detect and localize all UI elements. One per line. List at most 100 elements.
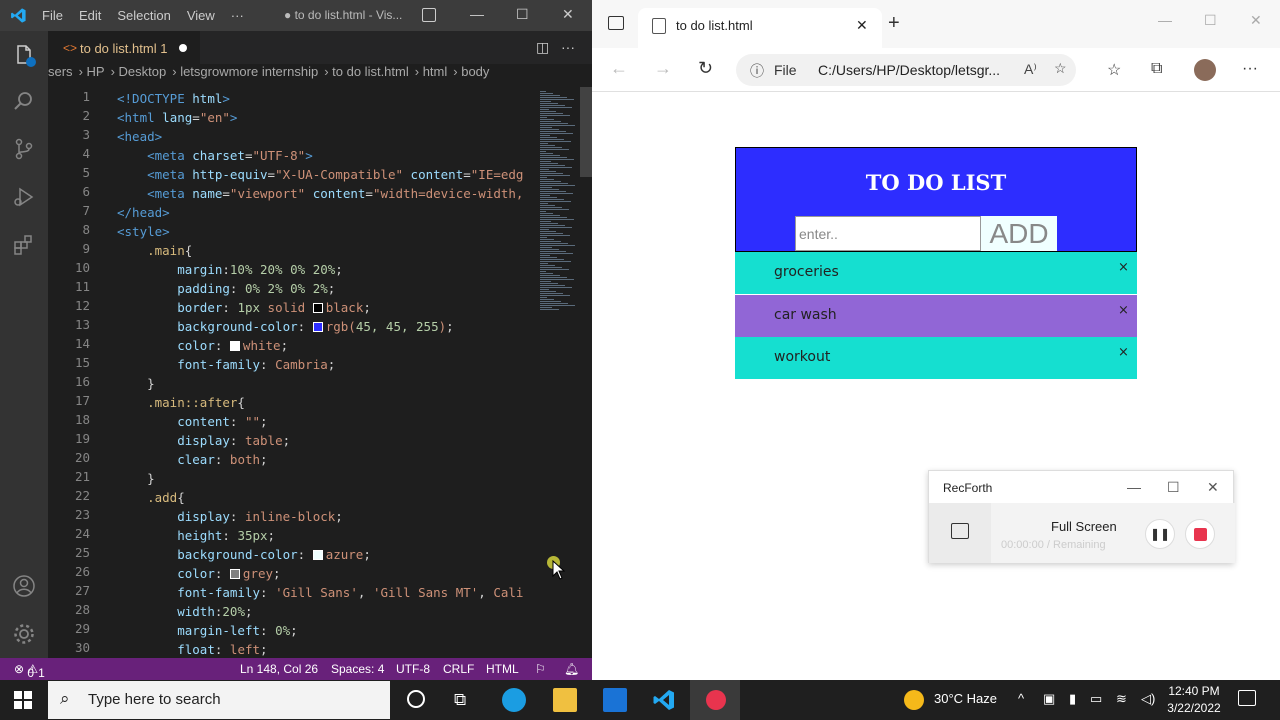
- line-ending[interactable]: CRLF: [443, 662, 474, 676]
- split-editor-icon[interactable]: ◫: [536, 39, 549, 56]
- list-item[interactable]: workout ×: [735, 337, 1137, 379]
- read-aloud-icon[interactable]: A⁾: [1024, 61, 1037, 78]
- tab-to-do-list[interactable]: <> to do list.html 1: [48, 31, 200, 64]
- minimap-line: [540, 137, 557, 138]
- more-actions-icon[interactable]: ···: [561, 39, 575, 55]
- extensions-icon[interactable]: [12, 233, 36, 257]
- indentation[interactable]: Spaces: 4: [331, 662, 384, 676]
- settings-gear-icon[interactable]: [12, 622, 36, 646]
- rec-minimize-icon[interactable]: —: [1127, 479, 1141, 495]
- record-mode-icon[interactable]: [951, 523, 969, 539]
- editor-scrollbar[interactable]: [580, 87, 592, 658]
- crumb-html[interactable]: html: [423, 64, 448, 79]
- close-icon[interactable]: ✕: [562, 6, 574, 23]
- account-icon[interactable]: [12, 574, 36, 598]
- forward-icon[interactable]: →: [654, 58, 672, 79]
- tab-close-icon[interactable]: ✕: [856, 17, 868, 34]
- browser-close-icon[interactable]: ✕: [1250, 12, 1262, 29]
- tab-problem-count: 1: [160, 41, 168, 56]
- recforth-taskbar-button[interactable]: [690, 680, 740, 720]
- taskbar-search[interactable]: ⌕ Type here to search: [48, 681, 390, 719]
- new-tab-icon[interactable]: +: [888, 12, 900, 35]
- list-item[interactable]: groceries ×: [735, 252, 1137, 294]
- menu-file[interactable]: File: [42, 8, 63, 23]
- minimap-line: [540, 183, 568, 184]
- menu-more[interactable]: ···: [231, 8, 244, 23]
- profile-avatar[interactable]: [1194, 59, 1216, 81]
- tray-mic-icon[interactable]: ▮: [1069, 691, 1076, 707]
- back-icon[interactable]: ←: [610, 58, 628, 79]
- list-item[interactable]: car wash ×: [735, 295, 1137, 337]
- notification-center-icon[interactable]: [1238, 690, 1256, 706]
- source-control-icon[interactable]: [12, 137, 36, 161]
- crumb-file[interactable]: to do list.html: [332, 64, 409, 79]
- favorites-icon[interactable]: ☆: [1107, 60, 1121, 80]
- add-favorite-icon[interactable]: ☆: [1054, 60, 1067, 77]
- minimap-line: [540, 291, 556, 292]
- file-explorer-icon[interactable]: [553, 688, 577, 712]
- stop-button[interactable]: [1185, 519, 1215, 549]
- pause-button[interactable]: ❚❚: [1145, 519, 1175, 549]
- browser-window: to do list.html ✕ + — ☐ ✕ ← → ↻ ⓘ File C…: [592, 0, 1280, 680]
- maximize-icon[interactable]: ☐: [516, 6, 529, 23]
- menu-selection[interactable]: Selection: [117, 8, 170, 23]
- code-text[interactable]: <!DOCTYPE html> <html lang="en"> <head> …: [117, 89, 523, 658]
- menu-view[interactable]: View: [187, 8, 215, 23]
- cursor-position[interactable]: Ln 148, Col 26: [240, 662, 318, 676]
- unsaved-dot-icon[interactable]: [179, 44, 187, 52]
- crumb-hp[interactable]: HP: [87, 64, 105, 79]
- browser-tab[interactable]: to do list.html ✕: [638, 8, 882, 48]
- address-bar[interactable]: ⓘ File C:/Users/HP/Desktop/letsgr... A⁾ …: [736, 54, 1076, 86]
- run-debug-icon[interactable]: [12, 185, 36, 209]
- cortana-icon[interactable]: [407, 690, 425, 708]
- add-button[interactable]: ADD: [981, 216, 1057, 251]
- rec-close-icon[interactable]: ✕: [1207, 479, 1219, 496]
- crumb-users[interactable]: sers: [48, 64, 73, 79]
- tray-network-icon[interactable]: ▣: [1043, 691, 1055, 707]
- mail-icon[interactable]: [603, 688, 627, 712]
- windows-start-icon[interactable]: [14, 691, 32, 709]
- refresh-icon[interactable]: ↻: [698, 58, 713, 79]
- window-title: ● to do list.html - Vis...: [284, 8, 403, 22]
- minimap-line: [540, 111, 556, 112]
- search-icon[interactable]: [12, 89, 36, 113]
- task-view-icon[interactable]: ⧉: [454, 690, 466, 710]
- browser-minimize-icon[interactable]: —: [1158, 12, 1172, 28]
- encoding[interactable]: UTF-8: [396, 662, 430, 676]
- wifi-icon[interactable]: ≋: [1116, 691, 1127, 707]
- minimap-line: [540, 209, 569, 210]
- layout-icon[interactable]: [422, 8, 436, 22]
- tab-actions-icon[interactable]: [608, 16, 624, 30]
- edge-icon[interactable]: [502, 688, 526, 712]
- battery-icon[interactable]: ▭: [1090, 691, 1102, 707]
- rec-maximize-icon[interactable]: ☐: [1167, 479, 1180, 496]
- notifications-bell-icon[interactable]: 🔔︎: [564, 662, 579, 676]
- browser-maximize-icon[interactable]: ☐: [1204, 12, 1217, 29]
- delete-icon[interactable]: ×: [1118, 345, 1129, 360]
- minimap-line: [540, 211, 546, 212]
- code-editor[interactable]: 1 2 3 4 5 6 7 8 9 10 11 12 13 14 15 16 17 18 19 20 21 22 23 24 2…: [48, 87, 534, 658]
- delete-icon[interactable]: ×: [1118, 303, 1129, 318]
- problems-indicator[interactable]: ⊗ 0 ⚠ 1: [14, 662, 45, 680]
- minimize-icon[interactable]: —: [470, 6, 484, 22]
- url-text[interactable]: C:/Users/HP/Desktop/letsgr...: [818, 62, 1000, 78]
- info-icon[interactable]: ⓘ: [750, 61, 764, 81]
- menu-edit[interactable]: Edit: [79, 8, 101, 23]
- language-mode[interactable]: HTML: [486, 662, 519, 676]
- crumb-body[interactable]: body: [461, 64, 489, 79]
- crumb-folder[interactable]: letsgrowmore internship: [180, 64, 318, 79]
- feedback-icon[interactable]: ⚐: [535, 662, 546, 676]
- crumb-desktop[interactable]: Desktop: [119, 64, 167, 79]
- settings-more-icon[interactable]: ···: [1242, 60, 1258, 78]
- line-number: 11: [74, 279, 90, 294]
- collections-icon[interactable]: ⧉: [1151, 60, 1162, 78]
- clock[interactable]: 12:40 PM 3/22/2022: [1163, 683, 1225, 717]
- delete-icon[interactable]: ×: [1118, 260, 1129, 275]
- vscode-taskbar-icon[interactable]: [652, 688, 676, 712]
- todo-input[interactable]: enter..: [795, 216, 981, 251]
- weather-text[interactable]: 30°C Haze: [934, 691, 997, 706]
- volume-icon[interactable]: ◁): [1141, 691, 1155, 707]
- minimap-line: [540, 93, 553, 94]
- tray-chevron-icon[interactable]: ^: [1018, 691, 1024, 706]
- explorer-icon[interactable]: [12, 43, 36, 67]
